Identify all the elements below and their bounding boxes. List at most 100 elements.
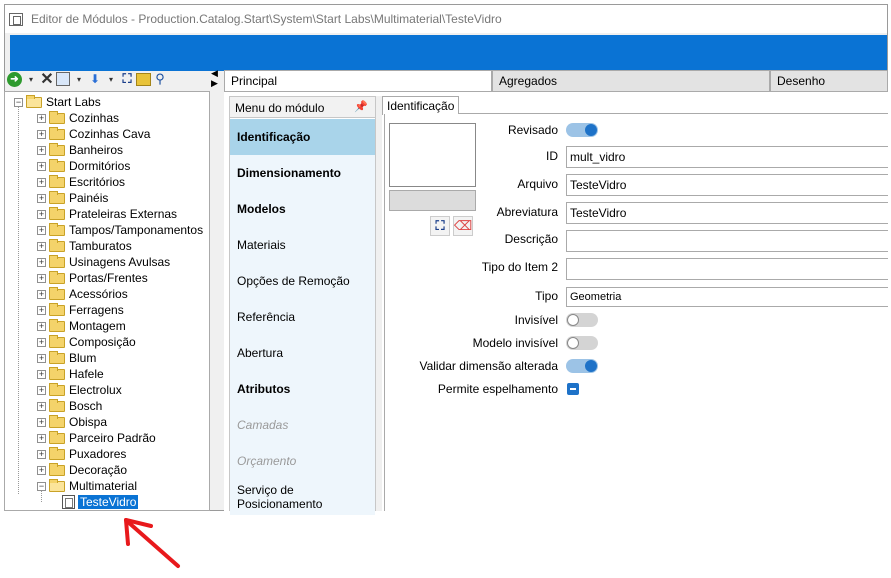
expand-toggle[interactable]: +	[37, 417, 46, 427]
folder-icon	[49, 414, 65, 428]
expand-toggle[interactable]: +	[37, 145, 46, 155]
collapse-toggle[interactable]: −	[14, 97, 23, 107]
folder-icon	[49, 238, 65, 252]
expand-toggle[interactable]: +	[37, 241, 46, 251]
menu-item[interactable]: Atributos	[230, 371, 375, 407]
expand-toggle[interactable]: +	[37, 337, 46, 347]
go-icon[interactable]: ➜	[7, 71, 22, 87]
tree-item[interactable]: + Painéis	[37, 190, 108, 206]
expand-toggle[interactable]: +	[37, 433, 46, 443]
folder-icon	[49, 270, 65, 284]
tree-item[interactable]: + Tampos/Tamponamentos	[37, 222, 203, 238]
tree-toolbar: ➜ ▾ ✕ ▾ ⬇ ▾ ⛶ ⚲	[4, 68, 208, 90]
tree-item[interactable]: + Escritórios	[37, 174, 125, 190]
tree-item[interactable]: + Ferragens	[37, 302, 124, 318]
menu-item[interactable]: Identificação	[230, 119, 375, 155]
tree-item[interactable]: + Montagem	[37, 318, 126, 334]
walk-icon[interactable]: ⚲	[153, 71, 167, 87]
menu-item[interactable]: Abertura	[230, 335, 375, 371]
folder-icon	[49, 206, 65, 220]
revisado-toggle[interactable]	[566, 123, 598, 137]
invisivel-toggle[interactable]	[566, 313, 598, 327]
tree-item[interactable]: + Electrolux	[37, 382, 122, 398]
expand-toggle[interactable]: +	[37, 129, 46, 139]
tree-item[interactable]: + Decoração	[37, 462, 127, 478]
folder-icon	[49, 350, 65, 364]
dropdown-icon[interactable]: ▾	[104, 71, 118, 87]
tree-item-selected[interactable]: TesteVidro	[62, 494, 139, 510]
menu-item[interactable]: Dimensionamento	[230, 155, 375, 191]
menu-item[interactable]: Materiais	[230, 227, 375, 263]
expand-toggle[interactable]: +	[37, 193, 46, 203]
copy-icon[interactable]	[56, 71, 70, 87]
expand-toggle[interactable]: +	[37, 209, 46, 219]
validar-dimensao-label: Validar dimensão alterada	[419, 359, 558, 373]
validar-dimensao-toggle[interactable]	[566, 359, 598, 373]
id-field[interactable]: mult_vidro	[566, 146, 888, 168]
tree-item[interactable]: + Tamburatos	[37, 238, 132, 254]
toggle-knob	[567, 314, 579, 326]
tree-item[interactable]: + Parceiro Padrão	[37, 430, 156, 446]
expand-toggle[interactable]: +	[37, 113, 46, 123]
tree-item[interactable]: + Portas/Frentes	[37, 270, 148, 286]
tree-root[interactable]: − Start Labs	[14, 94, 101, 110]
expand-toggle[interactable]: +	[37, 225, 46, 235]
menu-header: Menu do módulo 📌	[230, 97, 375, 118]
menu-item[interactable]: Referência	[230, 299, 375, 335]
expand-toggle[interactable]: +	[37, 177, 46, 187]
collapse-toggle[interactable]: −	[37, 481, 46, 491]
dropdown-icon[interactable]: ▾	[24, 71, 38, 87]
tree-item[interactable]: + Bosch	[37, 398, 102, 414]
expand-toggle[interactable]: +	[37, 161, 46, 171]
dropdown-icon[interactable]: ▾	[72, 71, 86, 87]
tree-item[interactable]: + Banheiros	[37, 142, 123, 158]
delete-icon[interactable]: ✕	[40, 71, 54, 88]
pin-icon[interactable]: 📌	[354, 100, 368, 113]
tree-item[interactable]: + Usinagens Avulsas	[37, 254, 170, 270]
expand-toggle[interactable]: +	[37, 273, 46, 283]
tab-agregados[interactable]: Agregados	[492, 70, 770, 91]
descricao-field[interactable]	[566, 230, 888, 252]
tree-item[interactable]: + Cozinhas Cava	[37, 126, 150, 142]
arquivo-field[interactable]: TesteVidro	[566, 174, 888, 196]
tree-item-label: Bosch	[69, 399, 103, 413]
tree-item-label: Cozinhas Cava	[69, 127, 151, 141]
tree-item[interactable]: + Prateleiras Externas	[37, 206, 177, 222]
tab-principal[interactable]: Principal	[224, 70, 492, 92]
tree-item[interactable]: + Obispa	[37, 414, 107, 430]
open-folder-icon[interactable]	[136, 71, 151, 87]
collapse-panel-arrows[interactable]: ◀ ▶	[211, 68, 221, 88]
expand-toggle[interactable]: +	[37, 465, 46, 475]
menu-item[interactable]: Opções de Remoção	[230, 263, 375, 299]
tree-item[interactable]: + Acessórios	[37, 286, 128, 302]
expand-toggle[interactable]: +	[37, 321, 46, 331]
expand-toggle[interactable]: +	[37, 449, 46, 459]
modelo-invisivel-toggle[interactable]	[566, 336, 598, 350]
tab-identificacao[interactable]: Identificação	[382, 96, 460, 115]
tab-desenho[interactable]: Desenho	[770, 70, 888, 91]
expand-toggle[interactable]: +	[37, 401, 46, 411]
expand-toggle[interactable]: +	[37, 385, 46, 395]
find-icon[interactable]: ⛶	[120, 71, 134, 87]
tree-item[interactable]: + Cozinhas	[37, 110, 119, 126]
expand-toggle[interactable]: +	[37, 353, 46, 363]
abreviatura-field[interactable]: TesteVidro	[566, 202, 888, 224]
menu-item[interactable]: Serviço de Posicionamento	[230, 479, 375, 515]
expand-toggle[interactable]: +	[37, 369, 46, 379]
tree-item[interactable]: + Composição	[37, 334, 136, 350]
expand-toggle[interactable]: +	[37, 257, 46, 267]
menu-item[interactable]: Modelos	[230, 191, 375, 227]
tree-item[interactable]: + Hafele	[37, 366, 104, 382]
tree-item[interactable]: − Multimaterial	[37, 478, 137, 494]
revisado-label: Revisado	[507, 123, 558, 137]
tipo-select[interactable]: Geometria	[566, 287, 888, 307]
tree-item-label: Tampos/Tamponamentos	[69, 223, 204, 237]
tree-item[interactable]: + Dormitórios	[37, 158, 130, 174]
tree-item[interactable]: + Puxadores	[37, 446, 126, 462]
move-down-icon[interactable]: ⬇	[88, 71, 102, 87]
tree-item[interactable]: + Blum	[37, 350, 96, 366]
tipo-item2-field[interactable]	[566, 258, 888, 280]
expand-toggle[interactable]: +	[37, 289, 46, 299]
expand-toggle[interactable]: +	[37, 305, 46, 315]
permite-espelhamento-checkbox[interactable]	[567, 383, 579, 395]
